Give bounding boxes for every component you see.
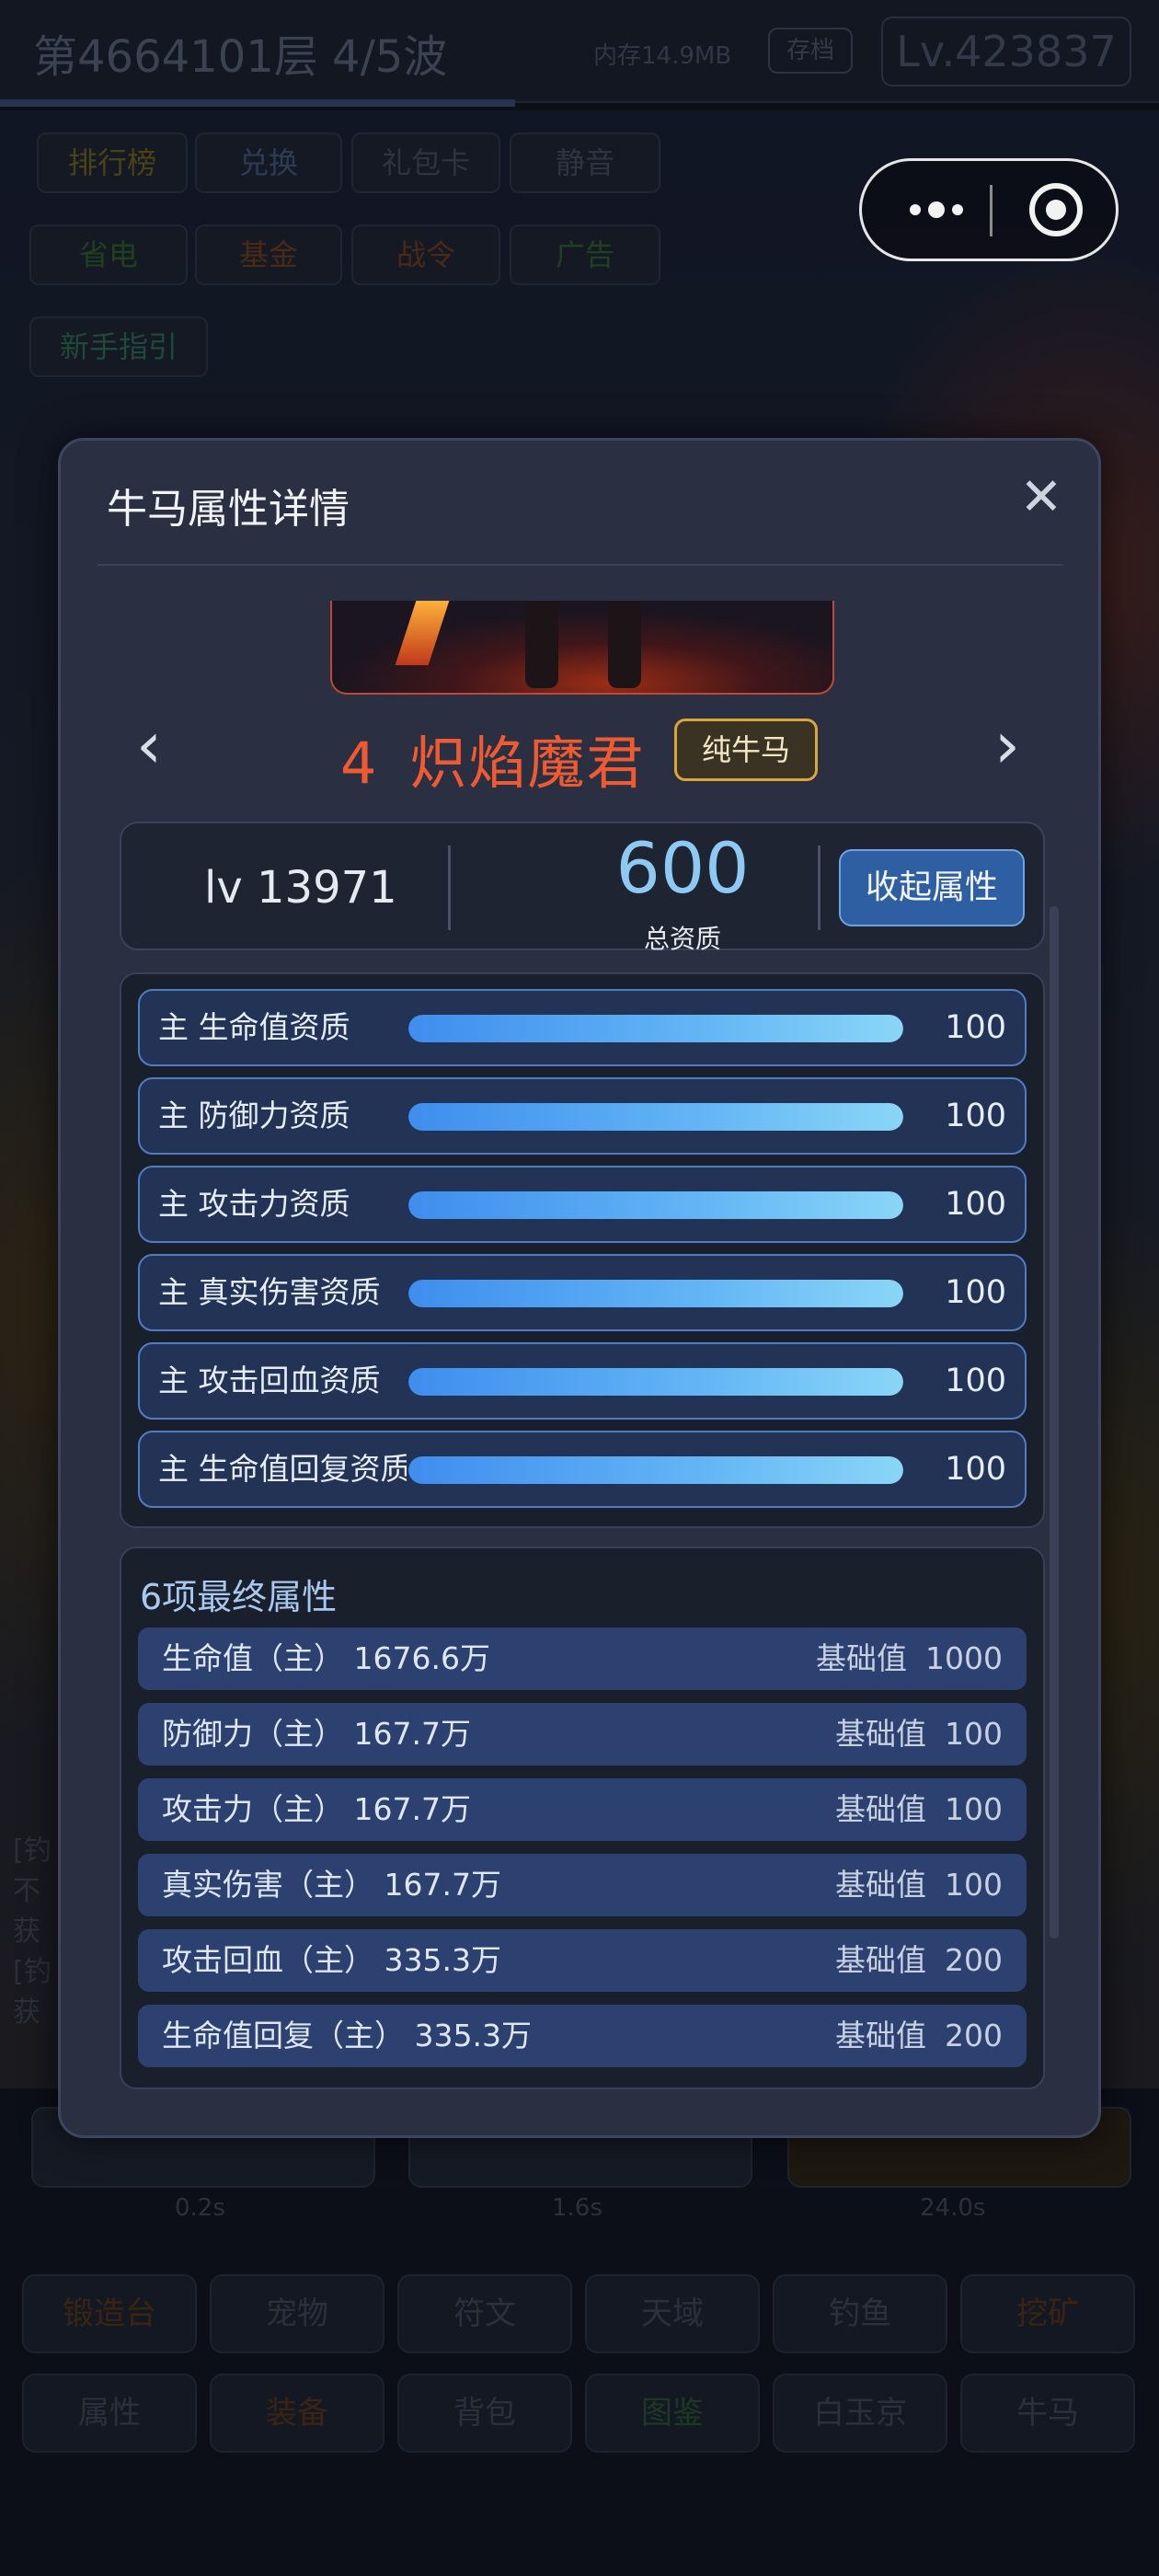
player-level: Lv.423837 <box>881 17 1131 86</box>
aptitude-row: 主 攻击力资质 100 <box>138 1166 1027 1243</box>
dialog-scrollbar[interactable] <box>1050 906 1059 1938</box>
gift-card-button[interactable]: 礼包卡 <box>351 132 500 193</box>
nav-mining[interactable]: 挖矿 <box>960 2274 1135 2353</box>
more-options-icon[interactable] <box>895 161 978 259</box>
summary-divider <box>818 845 820 930</box>
save-button[interactable]: 存档 <box>768 28 853 74</box>
top-bar: 第4664101层 4/5波 内存14.9MB 存档 Lv.423837 <box>0 0 1159 103</box>
total-aptitude-label: 总资质 <box>643 924 721 954</box>
nav-forge[interactable]: 锻造台 <box>22 2274 197 2353</box>
nav-backpack[interactable]: 背包 <box>397 2374 572 2453</box>
title-divider <box>98 564 1063 566</box>
final-attributes-title: 6项最终属性 <box>140 1577 338 1617</box>
redeem-button[interactable]: 兑换 <box>195 132 342 193</box>
exit-miniprogram-icon[interactable] <box>1029 183 1083 236</box>
aptitude-row: 主 生命值回复资质 100 <box>138 1431 1027 1508</box>
mute-button[interactable]: 静音 <box>510 132 660 193</box>
close-icon[interactable]: ✕ <box>1014 472 1069 527</box>
aptitude-bar <box>408 1015 903 1042</box>
dialog-title: 牛马属性详情 <box>107 486 350 533</box>
nav-sky-domain[interactable]: 天域 <box>585 2274 760 2353</box>
final-stat-row: 攻击力（主） 167.7万 基础值 100 <box>138 1778 1027 1841</box>
fund-button[interactable]: 基金 <box>195 224 342 285</box>
nav-pets[interactable]: 宠物 <box>210 2274 384 2353</box>
battle-log: [钓 不 获 [钓 获 <box>13 1834 52 2029</box>
hero-index: 4 <box>340 730 379 797</box>
aptitude-bar <box>408 1191 903 1219</box>
rank-button[interactable]: 排行榜 <box>37 132 188 193</box>
aptitude-bar <box>408 1456 903 1484</box>
skill-timer-1: 0.2s <box>175 2194 225 2222</box>
aptitude-row: 主 生命值资质 100 <box>138 989 1027 1066</box>
final-stat-row: 生命值回复（主） 335.3万 基础值 200 <box>138 2005 1027 2067</box>
aptitude-row: 主 真实伤害资质 100 <box>138 1254 1027 1331</box>
total-aptitude-value: 600 <box>615 827 750 909</box>
nav-niuma[interactable]: 牛马 <box>960 2374 1135 2453</box>
floor-wave-title: 第4664101层 4/5波 <box>33 31 448 83</box>
aptitude-row: 主 防御力资质 100 <box>138 1077 1027 1155</box>
power-save-button[interactable]: 省电 <box>29 224 188 285</box>
capsule-divider <box>990 185 993 236</box>
wave-progress-bar <box>0 99 515 107</box>
miniprogram-capsule <box>859 158 1119 261</box>
aptitude-list: 主 生命值资质 100 主 防御力资质 100 主 攻击力资质 100 主 真实… <box>120 972 1045 1528</box>
final-stat-row: 生命值（主） 1676.6万 基础值 1000 <box>138 1627 1027 1690</box>
summary-divider <box>448 845 451 930</box>
final-stat-row: 防御力（主） 167.7万 基础值 100 <box>138 1703 1027 1765</box>
nav-codex[interactable]: 图鉴 <box>585 2374 760 2453</box>
final-stat-row: 真实伤害（主） 167.7万 基础值 100 <box>138 1854 1027 1916</box>
next-hero-arrow-icon[interactable]: › <box>994 713 1020 777</box>
hero-portrait <box>330 601 834 695</box>
aptitude-row: 主 攻击回血资质 100 <box>138 1342 1027 1420</box>
final-attributes: 6项最终属性 生命值（主） 1676.6万 基础值 1000 防御力（主） 167… <box>120 1547 1045 2089</box>
prev-hero-arrow-icon[interactable]: ‹ <box>136 713 162 777</box>
aptitude-bar <box>408 1280 903 1307</box>
aptitude-bar <box>408 1368 903 1396</box>
nav-fishing[interactable]: 钓鱼 <box>773 2274 947 2353</box>
nav-equipment[interactable]: 装备 <box>210 2374 384 2453</box>
nav-baiyujing[interactable]: 白玉京 <box>773 2374 947 2453</box>
nav-runes[interactable]: 符文 <box>397 2274 572 2353</box>
final-stat-row: 攻击回血（主） 335.3万 基础值 200 <box>138 1929 1027 1992</box>
tutorial-button[interactable]: 新手指引 <box>29 316 208 377</box>
battle-pass-button[interactable]: 战令 <box>351 224 500 285</box>
nav-attributes[interactable]: 属性 <box>22 2374 197 2453</box>
skill-timer-2: 1.6s <box>552 2194 602 2222</box>
hero-name: 4 炽焰魔君 <box>340 717 645 799</box>
hero-name-text: 炽焰魔君 <box>409 730 646 797</box>
hero-type-badge: 纯牛马 <box>674 719 818 781</box>
aptitude-bar <box>408 1103 903 1131</box>
collapse-attributes-button[interactable]: 收起属性 <box>839 849 1025 926</box>
hero-summary: lv 13971 600 总资质 收起属性 <box>120 822 1045 954</box>
skill-timer-3: 24.0s <box>920 2194 986 2222</box>
ad-button[interactable]: 广告 <box>510 224 660 285</box>
memory-readout: 内存14.9MB <box>593 42 732 70</box>
niuma-attribute-dialog: 牛马属性详情 ✕ ‹ 4 炽焰魔君 纯牛马 › lv 13971 600 总资质 … <box>58 438 1101 2138</box>
hero-level: lv 13971 <box>204 862 397 914</box>
